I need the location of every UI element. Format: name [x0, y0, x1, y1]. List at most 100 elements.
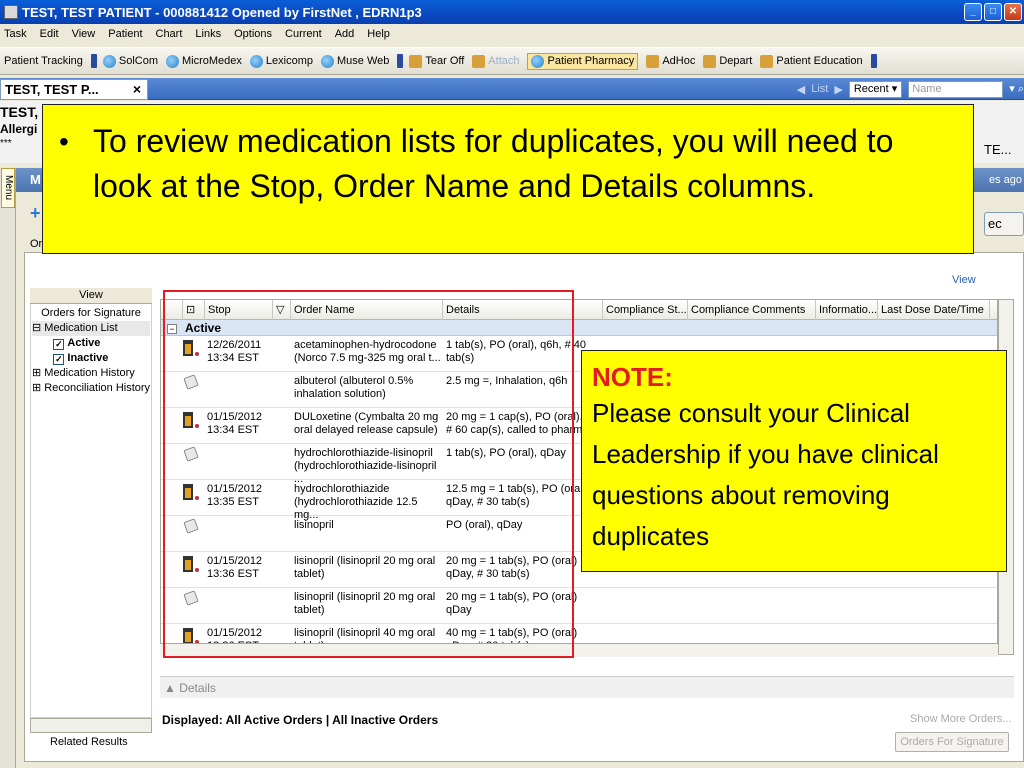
menu-task[interactable]: Task [4, 28, 27, 40]
menu-options[interactable]: Options [234, 28, 272, 40]
group-row-active[interactable]: − Active [161, 320, 997, 336]
column-header-order-name[interactable]: Order Name [291, 300, 443, 320]
checkbox-checked-icon[interactable]: ✓ [53, 354, 65, 365]
pharmacy-icon [531, 54, 545, 68]
menu-add[interactable]: Add [335, 28, 355, 40]
order-name-cell: albuterol (albuterol 0.5% inhalation sol… [294, 375, 414, 400]
toolbar-muse-web[interactable]: Muse Web [320, 54, 389, 68]
menu-view[interactable]: View [72, 28, 96, 40]
app-icon [4, 5, 18, 19]
header-icon-col[interactable] [161, 300, 183, 320]
patient-name-search[interactable]: Name [908, 80, 1004, 98]
magnifier-icon [166, 54, 179, 68]
column-header-details[interactable]: Details [443, 300, 603, 320]
toolbar-lexicomp[interactable]: Lexicomp [249, 54, 313, 68]
forward-arrow-icon[interactable]: ▶ [834, 83, 842, 96]
collapse-icon[interactable]: − [167, 324, 177, 334]
tree-item-orders-for-signature[interactable]: Orders for Signature [32, 306, 150, 321]
order-name-cell: lisinopril [294, 519, 334, 531]
checkbox-checked-icon[interactable]: ✓ [53, 339, 65, 350]
medication-order-icon [183, 412, 199, 428]
side-menu-tab[interactable]: Menu [1, 168, 15, 208]
adhoc-icon [646, 54, 660, 68]
tree-horizontal-scrollbar[interactable] [30, 718, 152, 733]
column-header-information[interactable]: Informatio... [816, 300, 878, 320]
prescription-icon [183, 374, 199, 390]
menu-help[interactable]: Help [367, 28, 390, 40]
toolbar-micromedex[interactable]: MicroMedex [166, 54, 242, 68]
note-title: NOTE: [592, 362, 673, 392]
order-name-cell: acetaminophen-hydrocodone (Norco 7.5 mg-… [294, 339, 441, 364]
toolbar-patient-tracking[interactable]: Patient Tracking [4, 55, 83, 67]
menu-links[interactable]: Links [195, 28, 221, 40]
stop-cell: 01/15/2012 13:34 EST [207, 411, 263, 436]
reconciliation-button[interactable]: ec [984, 212, 1024, 236]
tree-item-medication-list[interactable]: ⊟ Medication List [32, 321, 151, 336]
toolbar-depart[interactable]: Depart [703, 54, 752, 68]
details-cell: 20 mg = 1 tab(s), PO (oral) qDay [446, 591, 578, 616]
side-menu-strip [0, 168, 16, 768]
toolbar-separator [397, 54, 404, 68]
toolbar-separator [90, 54, 97, 68]
toolbar: Patient Tracking SolCom MicroMedex Lexic… [0, 47, 1024, 75]
toolbar-tear-off[interactable]: Tear Off [409, 54, 464, 68]
menu-edit[interactable]: Edit [40, 28, 59, 40]
close-tab-icon[interactable]: × [133, 80, 141, 99]
prescription-icon [183, 518, 199, 534]
details-panel-header[interactable]: ▲ Details [160, 676, 1014, 698]
recent-dropdown[interactable]: Recent ▾ [848, 80, 903, 98]
column-header-stop[interactable]: Stop [205, 300, 273, 320]
toolbar-solcom[interactable]: SolCom [102, 54, 158, 68]
grid-header-row: ⊡ Stop ▽ Order Name Details Compliance S… [161, 300, 997, 320]
depart-icon [703, 54, 717, 68]
column-header-last-dose[interactable]: Last Dose Date/Time [878, 300, 990, 320]
menu-bar: Task Edit View Patient Chart Links Optio… [0, 24, 1024, 44]
instruction-callout: • To review medication lists for duplica… [42, 104, 974, 254]
toolbar-patient-pharmacy[interactable]: Patient Pharmacy [527, 52, 639, 70]
education-icon [760, 54, 774, 68]
customize-view-link[interactable]: View [952, 274, 976, 286]
related-results-label[interactable]: Related Results [50, 736, 128, 748]
menu-chart[interactable]: Chart [156, 28, 183, 40]
menu-current[interactable]: Current [285, 28, 322, 40]
toolbar-adhoc[interactable]: AdHoc [646, 54, 695, 68]
orders-for-signature-button[interactable]: Orders For Signature [895, 732, 1009, 752]
window-title: TEST, TEST PATIENT - 000881412 Opened by… [22, 4, 422, 20]
show-more-orders-link[interactable]: Show More Orders... [910, 713, 1011, 725]
add-icon[interactable]: + [30, 203, 41, 224]
minimize-icon[interactable]: _ [964, 3, 982, 21]
maximize-icon[interactable]: □ [984, 3, 1002, 21]
toolbar-attach[interactable]: Attach [472, 54, 519, 68]
title-bar: TEST, TEST PATIENT - 000881412 Opened by… [0, 0, 1024, 24]
grid-horizontal-scrollbar[interactable] [160, 643, 998, 657]
magnifier-icon [249, 54, 263, 68]
binoculars-icon[interactable]: ▾ ⌕ [1009, 82, 1024, 96]
patient-tab-row: TEST, TEST P... × ◀ List ▶ Recent ▾ Name… [0, 78, 1024, 100]
medication-order-icon [183, 340, 199, 356]
header-status-icon[interactable]: ⊡ [183, 300, 205, 320]
medication-order-icon [183, 484, 199, 500]
tear-off-icon [409, 54, 423, 68]
menu-patient[interactable]: Patient [108, 28, 142, 40]
column-header-compliance-status[interactable]: Compliance St... [603, 300, 688, 320]
tree-item-reconciliation-history[interactable]: ⊞ Reconciliation History [32, 381, 150, 396]
close-icon[interactable]: ✕ [1004, 3, 1022, 21]
patient-name: TEST, [0, 104, 39, 120]
table-row[interactable]: lisinopril (lisinopril 20 mg oral tablet… [161, 588, 997, 624]
patient-tab[interactable]: TEST, TEST P... × [0, 79, 148, 100]
order-name-cell: lisinopril (lisinopril 20 mg oral tablet… [294, 591, 436, 616]
view-tree-header: View [30, 288, 152, 304]
filter-icon[interactable]: ▽ [273, 300, 291, 320]
back-arrow-icon[interactable]: ◀ [797, 83, 805, 96]
orders-label: Or [30, 238, 43, 250]
toolbar-patient-education[interactable]: Patient Education [760, 54, 863, 68]
tree-item-active[interactable]: ✓ Active [32, 336, 150, 351]
list-link[interactable]: List [811, 83, 828, 95]
column-header-compliance-comments[interactable]: Compliance Comments [688, 300, 816, 320]
tree-item-inactive[interactable]: ✓ Inactive [32, 351, 150, 366]
tree-item-medication-history[interactable]: ⊞ Medication History [32, 366, 150, 381]
details-cell: PO (oral), qDay [446, 519, 523, 531]
stop-cell: 01/15/2012 13:35 EST [207, 483, 263, 508]
medication-order-icon [183, 628, 199, 644]
magnifier-icon [102, 54, 116, 68]
